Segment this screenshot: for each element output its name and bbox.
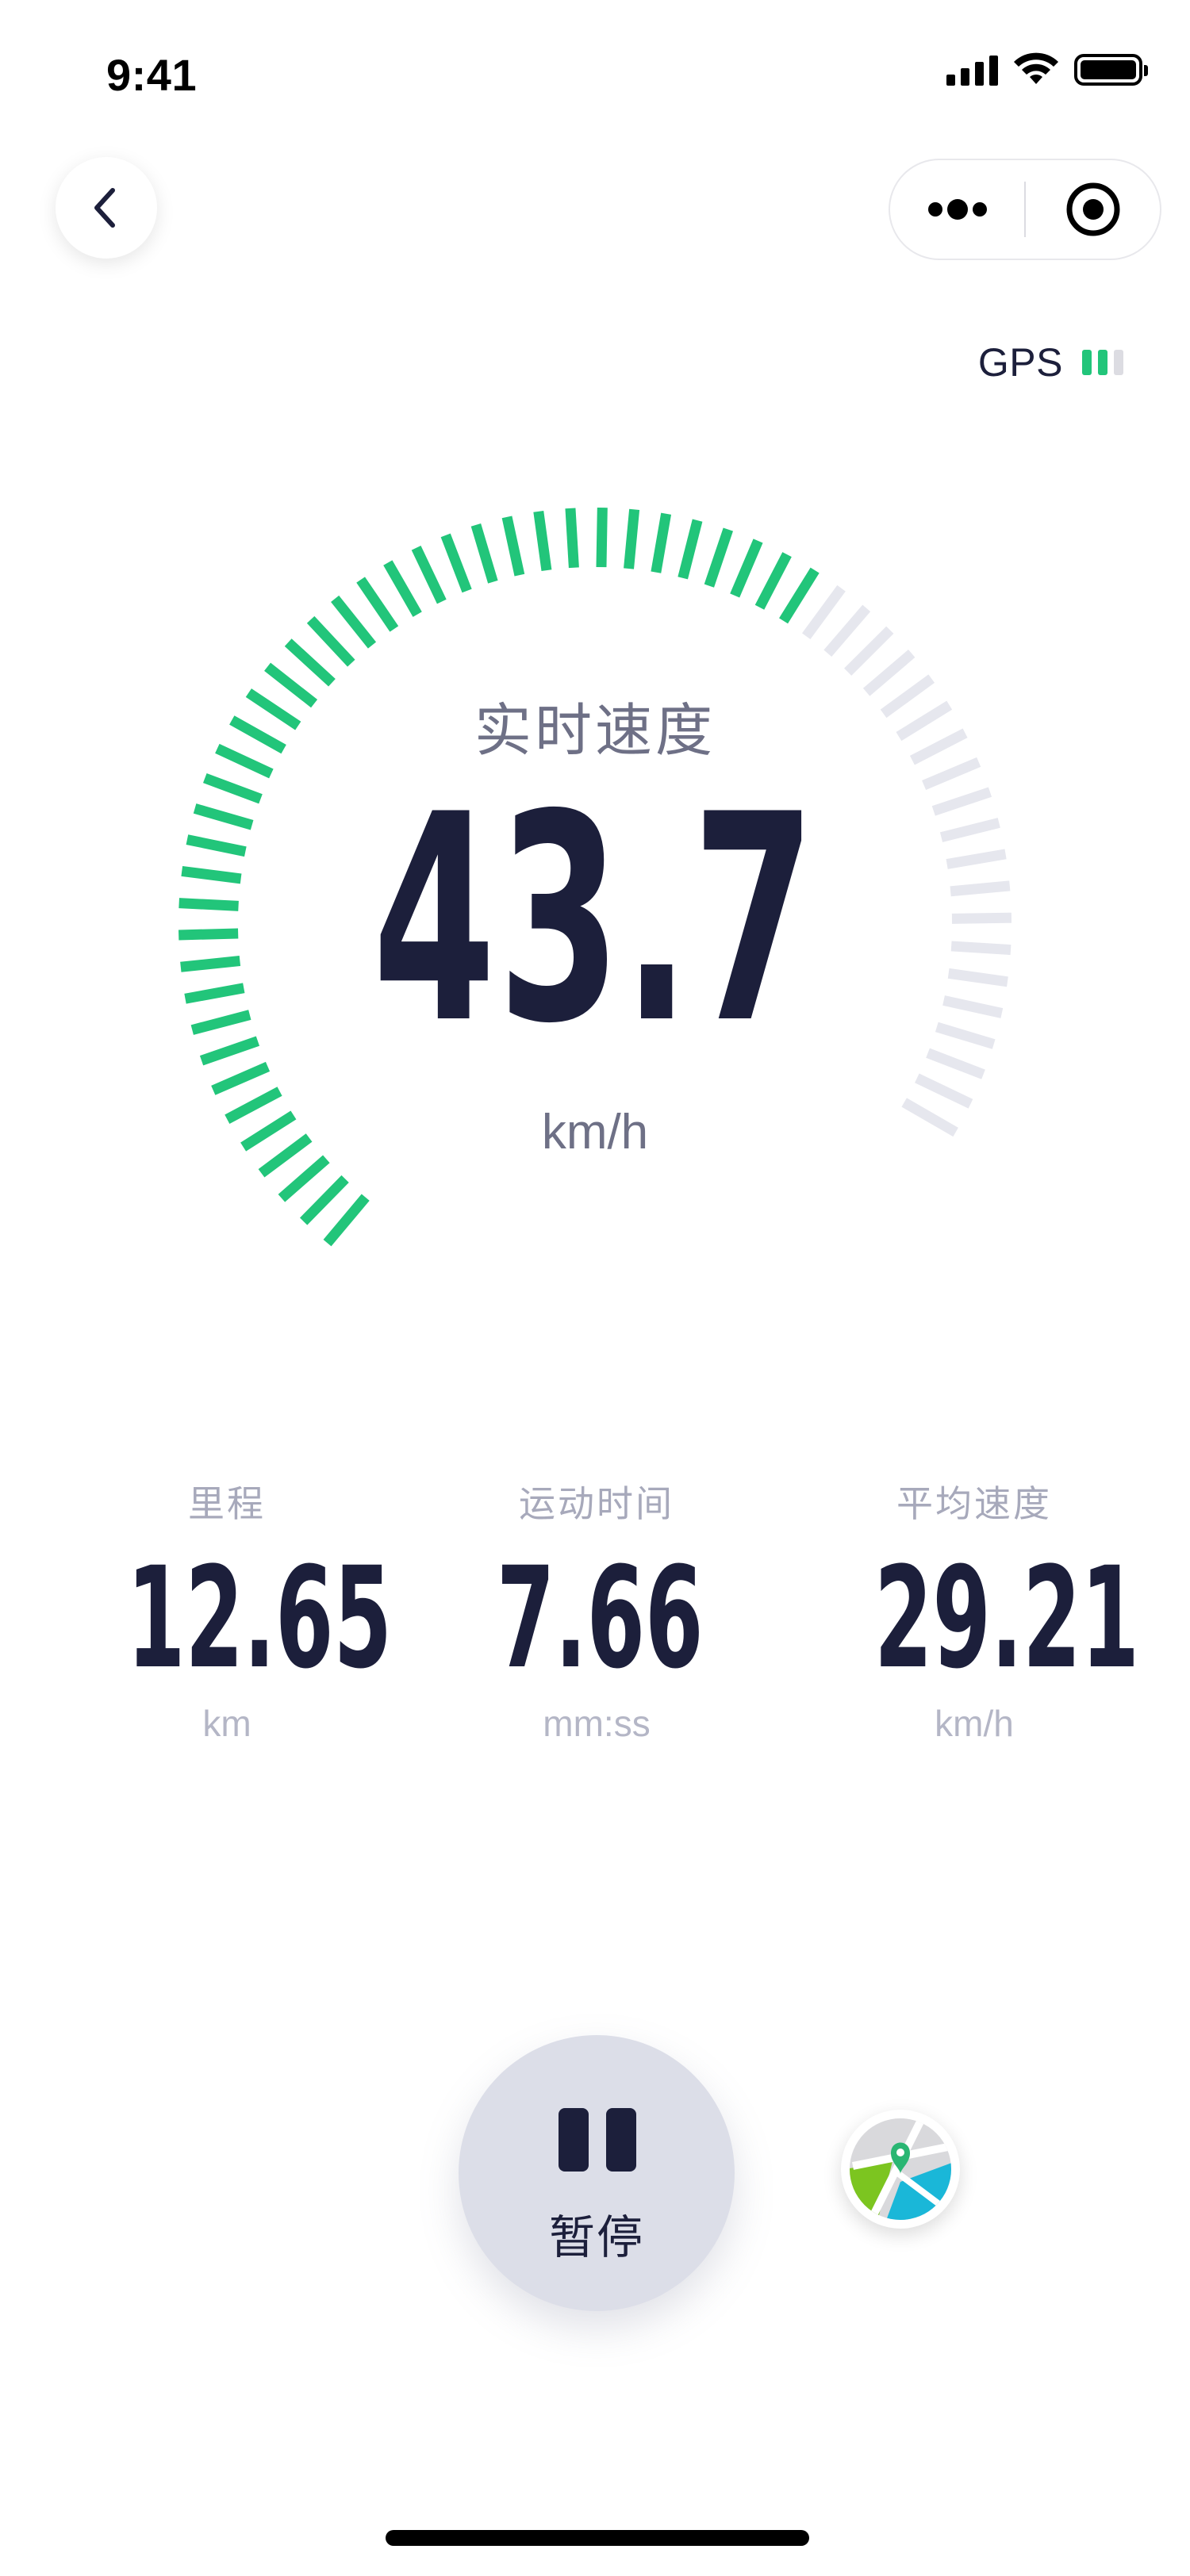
- gauge-tick-active: [779, 567, 820, 624]
- stat-unit: mm:ss: [543, 1703, 651, 1744]
- stat-label: 平均速度: [896, 1483, 1052, 1524]
- gauge-tick-active: [596, 507, 608, 568]
- stat-label: 里程: [188, 1483, 266, 1524]
- gauge-tick-active: [356, 577, 399, 632]
- gauge-tick-active: [651, 512, 672, 573]
- gauge-tick-active: [501, 516, 525, 577]
- stat-value: 29.21: [874, 1537, 1140, 1700]
- gauge-tick-active: [323, 1194, 370, 1247]
- gauge-tick-active: [704, 527, 733, 588]
- stat-unit: km/h: [935, 1703, 1014, 1744]
- pause-icon: [559, 2108, 636, 2172]
- pause-label: 暂停: [548, 2212, 644, 2264]
- map-button[interactable]: [841, 2110, 960, 2229]
- gauge-tick-inactive: [801, 585, 846, 640]
- stat-average-speed: 平均速度 29.21 km/h: [808, 1475, 1141, 1745]
- gauge-tick-active: [565, 508, 579, 569]
- gauge-tick-inactive: [844, 626, 894, 676]
- gauge-tick-active: [730, 539, 763, 598]
- gauge-tick-inactive: [926, 1048, 985, 1079]
- home-indicator: [386, 2530, 809, 2546]
- gauge-tick-active: [624, 508, 640, 569]
- stat-value: 7.66: [497, 1537, 704, 1700]
- speed-unit: km/h: [541, 1105, 649, 1160]
- gauge-tick-active: [411, 546, 447, 604]
- gauge-tick-active: [278, 1155, 330, 1202]
- gauge-tick-active: [306, 615, 355, 667]
- map-icon: [850, 2118, 951, 2220]
- gauge-tick-active: [440, 533, 472, 593]
- gauge-tick-active: [678, 519, 703, 580]
- gauge-tick-inactive: [823, 604, 871, 657]
- gauge-tick-active: [331, 595, 377, 649]
- gauge-tick-active: [284, 638, 336, 687]
- stat-value: 12.65: [127, 1537, 393, 1700]
- stat-unit: km: [202, 1703, 251, 1744]
- gauge-tick-inactive: [915, 1073, 973, 1109]
- gauge-tick-active: [754, 552, 792, 610]
- pause-button[interactable]: 暂停: [459, 2035, 735, 2311]
- gauge-tick-active: [533, 510, 552, 572]
- speed-value: 43.7: [372, 753, 818, 1086]
- gauge-tick-active: [470, 523, 498, 584]
- gauge-tick-active: [383, 560, 422, 617]
- gauge-tick-active: [211, 1061, 271, 1095]
- stat-distance: 里程 12.65 km: [60, 1475, 393, 1745]
- stat-label: 运动时间: [519, 1483, 674, 1524]
- gauge-tick-active: [299, 1175, 349, 1225]
- stat-duration: 运动时间 7.66 mm:ss: [430, 1475, 763, 1745]
